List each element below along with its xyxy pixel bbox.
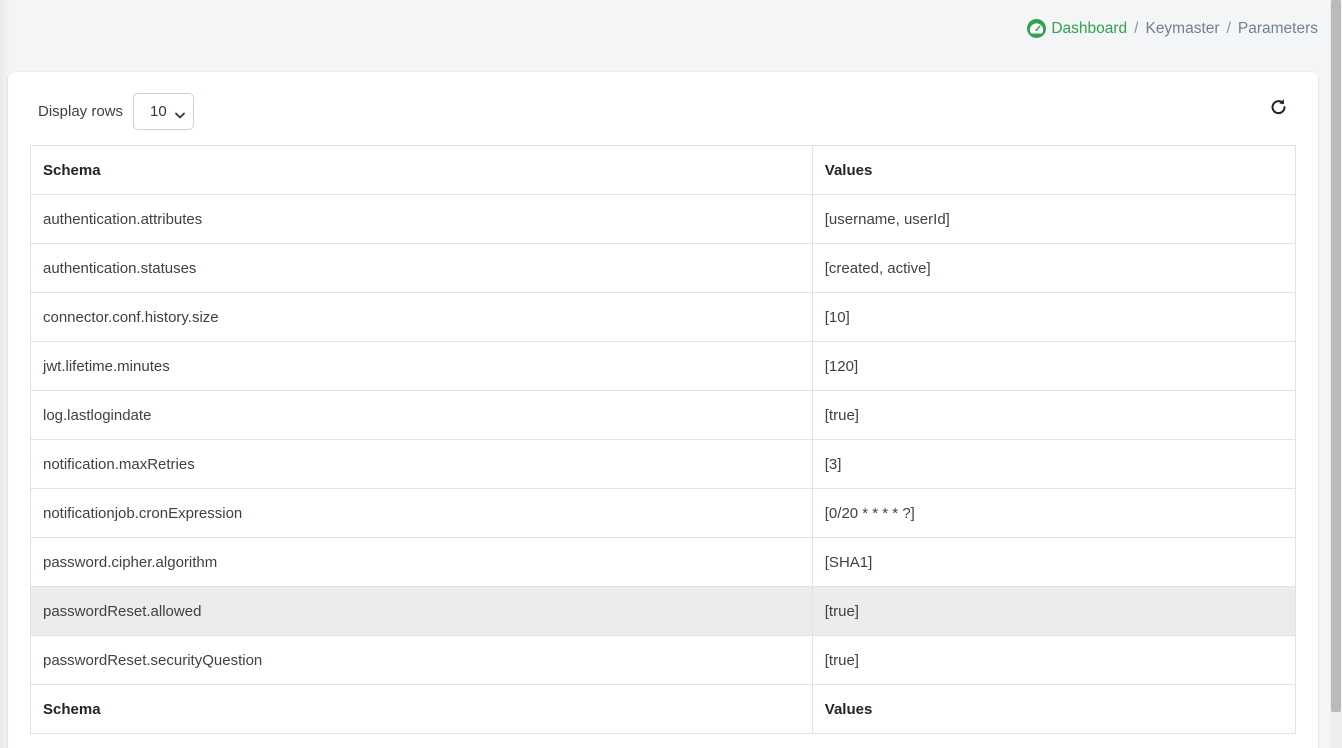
breadcrumb: Dashboard / Keymaster / Parameters bbox=[1027, 19, 1318, 38]
values-cell[interactable]: [10] bbox=[812, 293, 1295, 342]
breadcrumb-item-parameters: Parameters bbox=[1238, 20, 1318, 38]
schema-cell[interactable]: authentication.statuses bbox=[31, 244, 813, 293]
parameters-table: Schema Values authentication.attributes[… bbox=[30, 145, 1296, 734]
values-cell[interactable]: [true] bbox=[812, 391, 1295, 440]
schema-cell[interactable]: passwordReset.securityQuestion bbox=[31, 636, 813, 685]
table-row[interactable]: passwordReset.allowed[true] bbox=[31, 587, 1296, 636]
header-row: Schema Values bbox=[31, 146, 1296, 195]
table-row[interactable]: jwt.lifetime.minutes[120] bbox=[31, 342, 1296, 391]
breadcrumb-dashboard-label: Dashboard bbox=[1051, 20, 1127, 38]
display-rows-label: Display rows bbox=[38, 103, 123, 120]
breadcrumb-separator: / bbox=[1134, 20, 1138, 38]
dashboard-gauge-icon bbox=[1027, 19, 1046, 38]
schema-cell[interactable]: passwordReset.allowed bbox=[31, 587, 813, 636]
schema-cell[interactable]: notificationjob.cronExpression bbox=[31, 489, 813, 538]
values-cell[interactable]: [username, userId] bbox=[812, 195, 1295, 244]
table-row[interactable]: connector.conf.history.size[10] bbox=[31, 293, 1296, 342]
schema-cell[interactable]: password.cipher.algorithm bbox=[31, 538, 813, 587]
parameters-table-head: Schema Values bbox=[31, 146, 1296, 195]
values-cell[interactable]: [3] bbox=[812, 440, 1295, 489]
values-cell[interactable]: [0/20 * * * * ?] bbox=[812, 489, 1295, 538]
footer-column-values: Values bbox=[812, 685, 1295, 734]
scrollbar-track[interactable] bbox=[1330, 0, 1342, 748]
footer-column-schema: Schema bbox=[31, 685, 813, 734]
table-row[interactable]: password.cipher.algorithm[SHA1] bbox=[31, 538, 1296, 587]
refresh-icon bbox=[1269, 96, 1288, 120]
parameters-panel: Display rows 10 Schema Values bbox=[8, 72, 1318, 748]
schema-cell[interactable]: notification.maxRetries bbox=[31, 440, 813, 489]
values-cell[interactable]: [SHA1] bbox=[812, 538, 1295, 587]
parameters-table-foot: Schema Values bbox=[31, 685, 1296, 734]
table-row[interactable]: notification.maxRetries[3] bbox=[31, 440, 1296, 489]
schema-cell[interactable]: authentication.attributes bbox=[31, 195, 813, 244]
parameters-table-body: authentication.attributes[username, user… bbox=[31, 195, 1296, 685]
values-cell[interactable]: [created, active] bbox=[812, 244, 1295, 293]
table-row[interactable]: log.lastlogindate[true] bbox=[31, 391, 1296, 440]
table-toolbar: Display rows 10 bbox=[30, 92, 1296, 130]
scrollbar-thumb[interactable] bbox=[1331, 0, 1341, 712]
table-row[interactable]: authentication.attributes[username, user… bbox=[31, 195, 1296, 244]
values-cell[interactable]: [true] bbox=[812, 587, 1295, 636]
breadcrumb-item-keymaster: Keymaster bbox=[1145, 20, 1219, 38]
refresh-button[interactable] bbox=[1263, 93, 1293, 123]
values-cell[interactable]: [120] bbox=[812, 342, 1295, 391]
breadcrumb-separator: / bbox=[1227, 20, 1231, 38]
table-row[interactable]: authentication.statuses[created, active] bbox=[31, 244, 1296, 293]
rows-per-page-select-wrap: 10 bbox=[133, 93, 194, 130]
breadcrumb-dashboard-link[interactable]: Dashboard bbox=[1027, 19, 1127, 38]
table-row[interactable]: passwordReset.securityQuestion[true] bbox=[31, 636, 1296, 685]
schema-cell[interactable]: jwt.lifetime.minutes bbox=[31, 342, 813, 391]
column-header-values: Values bbox=[812, 146, 1295, 195]
schema-cell[interactable]: log.lastlogindate bbox=[31, 391, 813, 440]
footer-header-row: Schema Values bbox=[31, 685, 1296, 734]
rows-per-page-select[interactable]: 10 bbox=[133, 93, 194, 130]
column-header-schema: Schema bbox=[31, 146, 813, 195]
schema-cell[interactable]: connector.conf.history.size bbox=[31, 293, 813, 342]
top-bar: Dashboard / Keymaster / Parameters bbox=[0, 0, 1342, 72]
values-cell[interactable]: [true] bbox=[812, 636, 1295, 685]
table-row[interactable]: notificationjob.cronExpression[0/20 * * … bbox=[31, 489, 1296, 538]
